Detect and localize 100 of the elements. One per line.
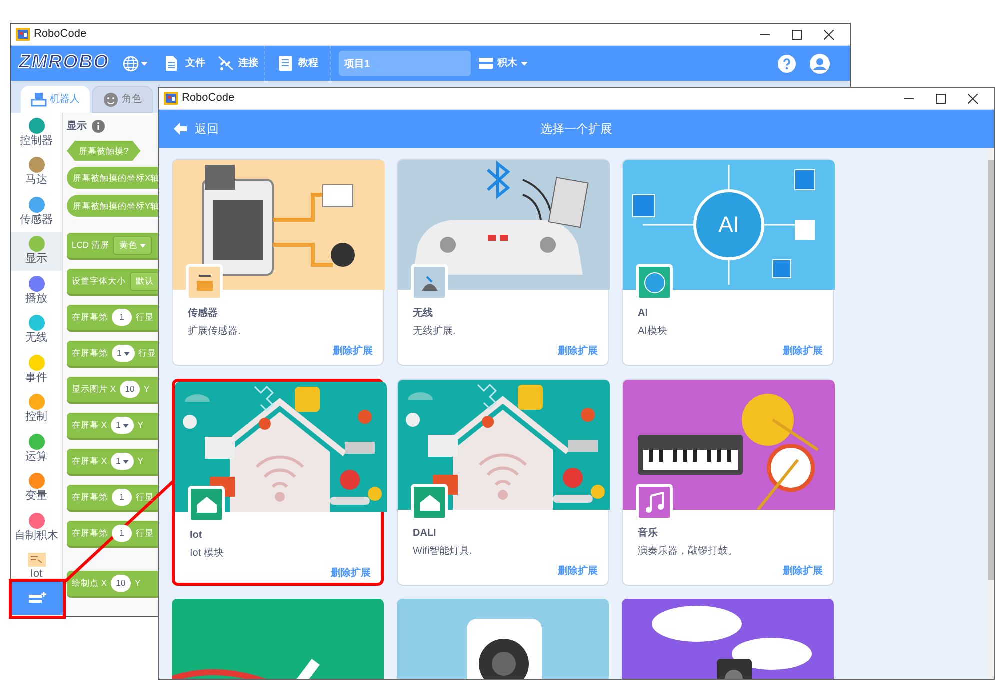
caret-icon — [140, 244, 146, 248]
category-item[interactable]: 无线 — [26, 331, 48, 346]
extension-description: Iot 模块 — [190, 546, 225, 561]
block-label: 屏幕被触摸的坐标Y轴 — [73, 200, 159, 212]
block-label: 在屏幕 X — [72, 455, 108, 468]
robot-icon — [31, 92, 47, 108]
code-block[interactable]: 在屏幕 X 1 Y — [67, 413, 159, 440]
code-block[interactable]: 在屏幕第 1 行显 — [67, 305, 159, 332]
close-icon[interactable] — [968, 94, 978, 104]
caret-icon — [122, 424, 129, 428]
block-label: 屏幕被触摸? — [79, 144, 129, 158]
category-item[interactable]: 播放 — [26, 292, 48, 306]
dropdown-input[interactable]: 1 — [111, 453, 134, 470]
help-icon[interactable] — [778, 54, 796, 72]
scrollbar[interactable] — [987, 148, 994, 679]
tab[interactable]: 角色 — [92, 86, 153, 113]
extension-card[interactable]: 音乐 演奏乐器，敲锣打鼓。 删除扩展 — [622, 379, 834, 586]
extension-title: DALI — [413, 527, 438, 541]
code-block[interactable]: 绘制点 X 10 Y — [67, 571, 159, 598]
extension-card[interactable]: 传感器 扩展传感器. 删除扩展 — [172, 159, 384, 366]
page-heading: 选择一个扩展 — [540, 121, 612, 138]
block-label: 行显 — [136, 311, 154, 324]
extension-card[interactable]: Iot Iot 模块 删除扩展 — [172, 379, 384, 586]
extension-title: 传感器 — [188, 306, 219, 321]
extension-icon — [28, 553, 46, 568]
number-input[interactable]: 10 — [120, 381, 140, 398]
maximize-icon[interactable] — [936, 94, 946, 104]
block-label: 设置字体大小 — [72, 275, 126, 288]
category-item[interactable]: 运算 — [26, 450, 48, 464]
dropdown-input[interactable]: 1 — [112, 345, 135, 362]
extension-description: Wifi智能灯具. — [413, 544, 474, 559]
back-arrow-icon[interactable] — [174, 123, 187, 135]
code-block[interactable]: 在屏幕 X 1 Y — [67, 449, 159, 476]
extension-icon — [420, 494, 440, 510]
category-item[interactable]: 控制 — [26, 410, 48, 424]
code-block[interactable]: 在屏幕第 1 行显 — [67, 521, 159, 548]
extension-description: 演奏乐器，敲锣打鼓。 — [638, 544, 739, 559]
block-label: 行显 — [138, 347, 157, 360]
block-label: 行显 — [136, 491, 154, 504]
extension-icon — [644, 272, 666, 294]
block-label: 在屏幕 X — [72, 419, 108, 432]
user-avatar-icon[interactable] — [810, 54, 830, 74]
app-icon — [16, 28, 30, 41]
palette-heading: 显示 — [67, 120, 87, 134]
brand-logo: ZMROBO — [19, 51, 110, 76]
window-title: RoboCode — [182, 91, 235, 106]
extension-card[interactable]: DALI Wifi智能灯具. 删除扩展 — [397, 379, 609, 586]
caret-icon — [122, 460, 129, 464]
dropdown-input[interactable]: 1 — [111, 417, 134, 434]
extension-description: AI模块 — [638, 324, 668, 339]
block-label: 行显 — [136, 527, 154, 540]
number-input[interactable]: 10 — [111, 575, 132, 592]
maximize-icon[interactable] — [792, 30, 802, 40]
number-input[interactable]: 1 — [112, 309, 132, 326]
code-block[interactable]: 在屏幕第 1 行显 — [67, 341, 159, 368]
blocks-icon[interactable] — [479, 58, 494, 69]
code-block[interactable]: 在屏幕第 1 行显 — [67, 485, 159, 512]
extension-icon — [422, 274, 438, 290]
number-input[interactable]: 1 — [112, 525, 132, 542]
category-item[interactable]: 事件 — [26, 370, 48, 385]
ai-label: AI — [718, 214, 740, 236]
block-label: Y — [135, 577, 141, 590]
window-title: RoboCode — [34, 27, 87, 42]
extension-card[interactable]: AI AI AI模块 删除扩展 — [622, 159, 834, 366]
extension-icon — [196, 274, 212, 290]
category-item[interactable]: Iot — [30, 567, 43, 582]
caret-icon[interactable] — [141, 62, 148, 66]
scrollbar-thumb[interactable] — [988, 160, 994, 580]
app-icon — [164, 92, 178, 105]
globe-icon[interactable] — [123, 56, 140, 72]
add-extension-icon — [28, 592, 46, 604]
extension-card[interactable]: 无线 无线扩展. 删除扩展 — [397, 159, 609, 366]
extension-title: 无线 — [413, 306, 434, 321]
category-item[interactable]: 马达 — [26, 173, 48, 188]
category-item[interactable]: 控制器 — [20, 134, 53, 148]
extension-title: 音乐 — [638, 526, 659, 541]
block-label: 绘制点 X — [72, 577, 108, 590]
block-label: Y — [138, 419, 144, 432]
block-label: 在屏幕第 — [72, 491, 108, 504]
code-block[interactable]: 显示图片 X 10 Y — [67, 377, 159, 404]
caret-icon — [124, 352, 130, 356]
category-item[interactable]: 传感器 — [20, 212, 53, 227]
extension-icon — [646, 492, 664, 513]
close-icon[interactable] — [824, 30, 834, 40]
block-label: 屏幕被触摸的坐标X轴 — [73, 172, 159, 184]
category-item[interactable]: 显示 — [26, 252, 48, 266]
book-icon[interactable] — [277, 55, 294, 72]
smiley-icon — [103, 92, 119, 108]
extension-description: 扩展传感器. — [188, 324, 242, 339]
caret-icon[interactable] — [521, 62, 528, 66]
category-item[interactable]: 自制积木 — [14, 528, 58, 543]
info-icon — [92, 120, 105, 132]
category-item[interactable]: 变量 — [26, 489, 48, 504]
disconnected-icon[interactable] — [217, 55, 234, 72]
block-label: LCD 清屏 — [72, 239, 110, 252]
number-input[interactable]: 1 — [112, 489, 132, 506]
extension-description: 无线扩展. — [413, 324, 457, 339]
block-label: 在屏幕第 — [72, 347, 108, 360]
block-label: 在屏幕第 — [72, 527, 108, 540]
extension-icon — [196, 496, 216, 512]
